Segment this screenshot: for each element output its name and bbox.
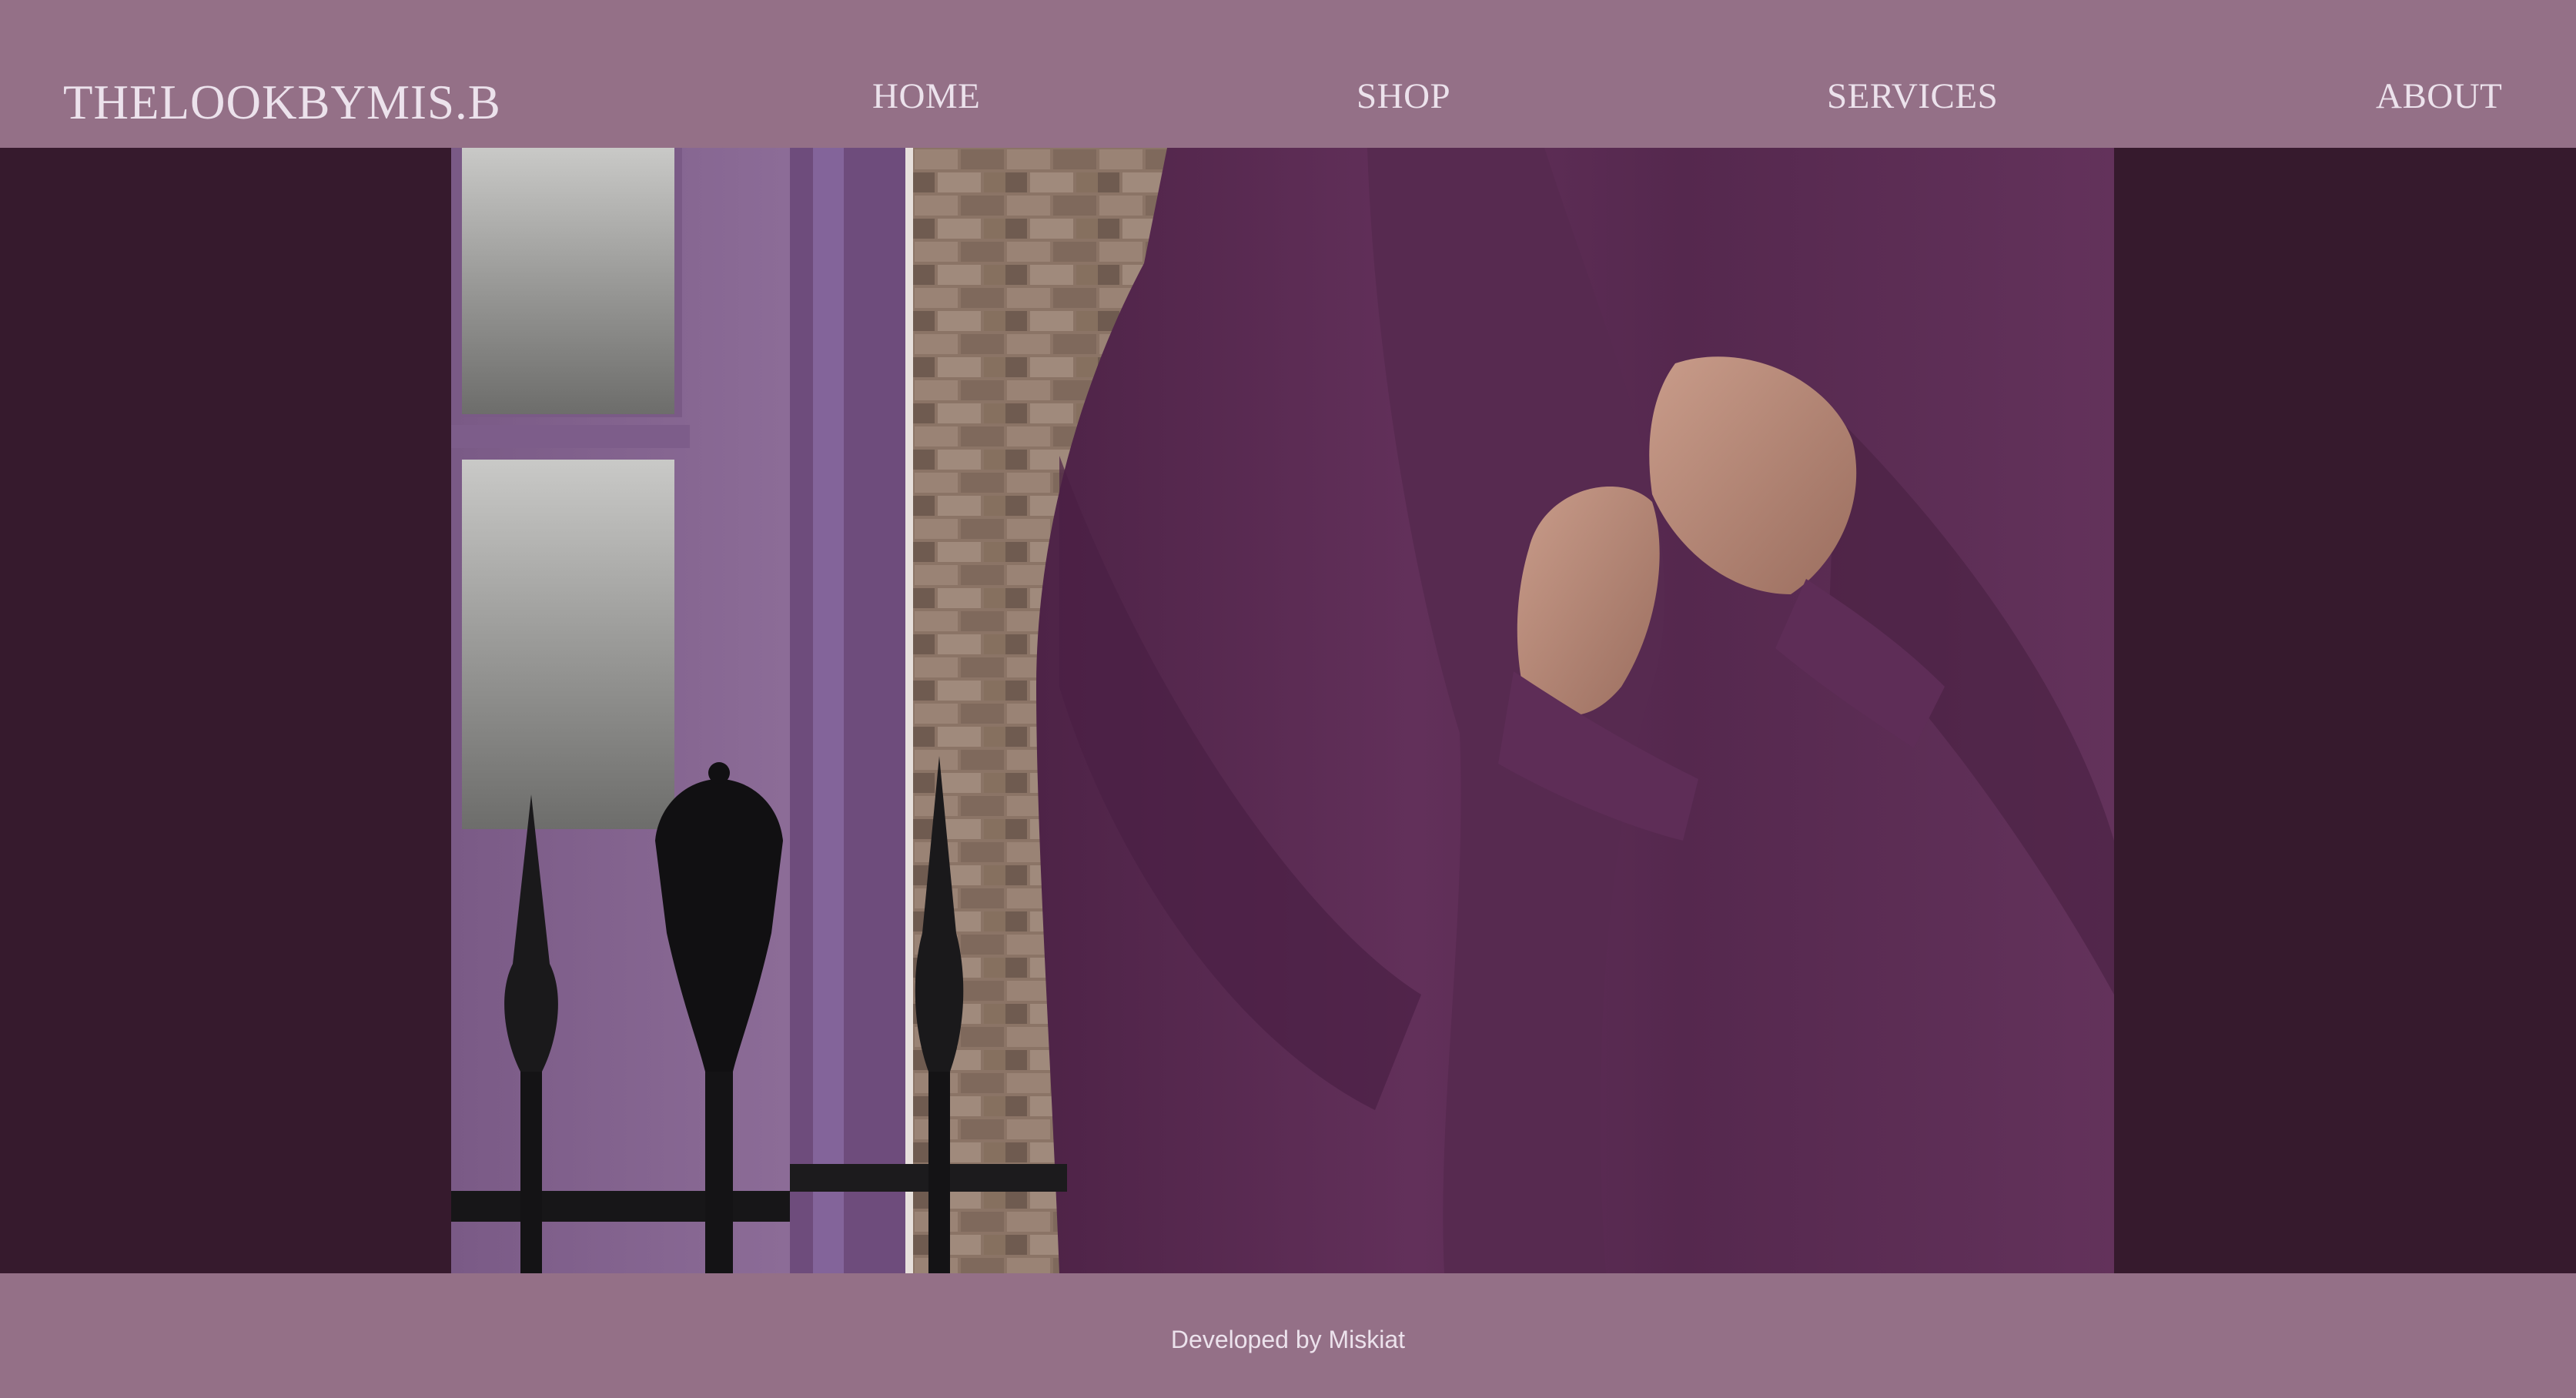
nav-services-link[interactable]: SERVICES [1827, 79, 1998, 115]
developer-credit: Developed by Miskiat [1170, 1326, 1406, 1353]
brand-logo[interactable]: THELOOKBYMIS.B [63, 79, 501, 127]
hero-photo-illustration [451, 148, 2114, 1273]
site-header: THELOOKBYMIS.B HOME SHOP SERVICES ABOUT [0, 0, 2576, 148]
nav-about-link[interactable]: ABOUT [2376, 79, 2502, 115]
main-content [0, 148, 2576, 1273]
site-footer: Developed by Miskiat [0, 1273, 2576, 1398]
hero-image [451, 148, 2114, 1273]
nav-shop-link[interactable]: SHOP [1357, 79, 1450, 115]
nav-home-link[interactable]: HOME [872, 79, 980, 115]
